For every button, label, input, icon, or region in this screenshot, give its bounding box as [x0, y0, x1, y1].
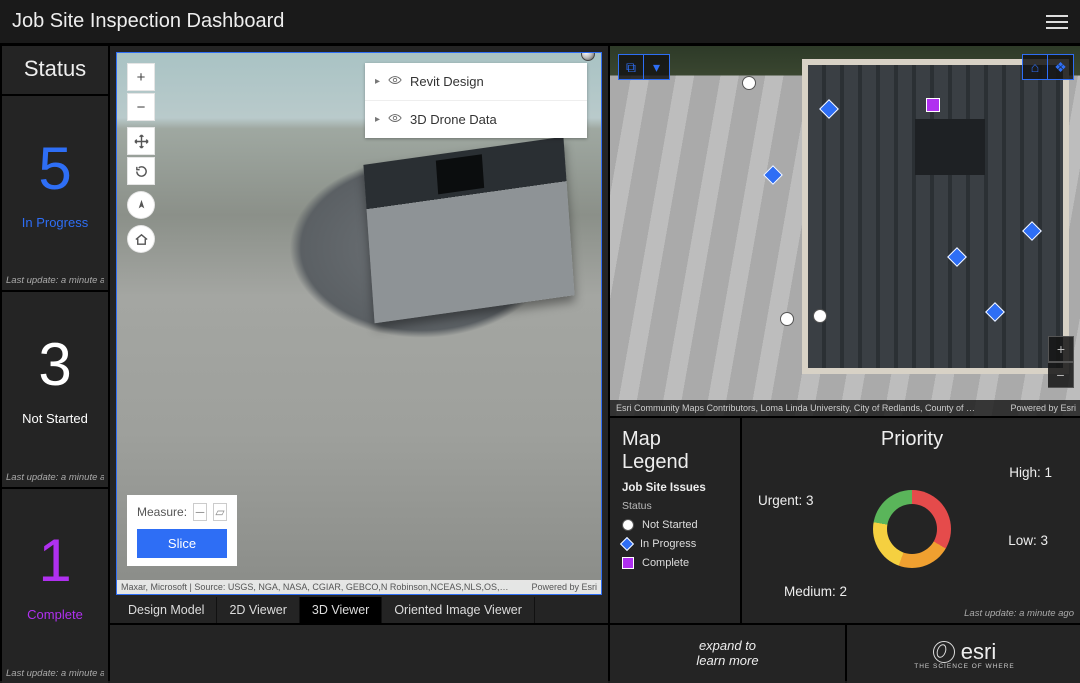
map-panel[interactable]: ⧉ ▾ ⌂ ❖ + − Esri Community Maps Contribu… — [610, 46, 1080, 416]
viewer-tabs: Design Model 2D Viewer 3D Viewer Oriente… — [116, 597, 602, 623]
legend-panel: Map Legend Job Site Issues Status Not St… — [610, 418, 740, 623]
layer-label: Revit Design — [410, 74, 484, 89]
compass-button[interactable] — [127, 191, 155, 219]
page-title: Job Site Inspection Dashboard — [12, 10, 284, 33]
measure-line-button[interactable]: ─ — [193, 503, 207, 521]
menu-icon[interactable] — [1046, 11, 1068, 33]
scene-3d[interactable]: + − ▸ Revit Design ▸ 3D Drone Data — [116, 52, 602, 595]
home-button[interactable] — [127, 225, 155, 253]
attribution-text: Maxar, Microsoft | Source: USGS, NGA, NA… — [121, 582, 508, 592]
legend-title: Map Legend — [622, 428, 728, 474]
visibility-icon[interactable] — [388, 111, 402, 128]
top-bar: Job Site Inspection Dashboard — [0, 0, 1080, 44]
esri-logo[interactable]: esri THE SCIENCE OF WHERE — [847, 625, 1080, 683]
viewer-spacer — [110, 625, 608, 683]
map-zoom-in-button[interactable]: + — [1048, 336, 1074, 362]
legend-item: Not Started — [622, 519, 728, 531]
map-marker-circle[interactable] — [813, 309, 827, 323]
zoom-out-button[interactable]: − — [127, 93, 155, 121]
chart-label-medium: Medium: 2 — [784, 584, 847, 599]
layer-panel: ▸ Revit Design ▸ 3D Drone Data — [365, 63, 587, 138]
status-update: Last update: a minute ago — [6, 472, 104, 483]
status-card-in-progress[interactable]: 5 In Progress Last update: a minute ago — [2, 96, 108, 290]
status-value: 3 — [38, 335, 71, 395]
diamond-icon — [620, 537, 634, 551]
select-dropdown-button[interactable]: ▾ — [644, 54, 670, 80]
scene-attribution: Maxar, Microsoft | Source: USGS, NGA, NA… — [117, 580, 601, 594]
legend-item: In Progress — [622, 538, 728, 550]
legend-category: Status — [622, 500, 728, 512]
status-update: Last update: a minute ago — [6, 668, 104, 679]
status-heading: Status — [2, 46, 108, 94]
status-column: Status 5 In Progress Last update: a minu… — [2, 46, 108, 683]
building-model — [363, 137, 574, 324]
layer-label: 3D Drone Data — [410, 112, 497, 127]
map-zoom-out-button[interactable]: − — [1048, 362, 1074, 388]
map-attribution: Esri Community Maps Contributors, Loma L… — [610, 400, 1080, 416]
pan-button[interactable] — [127, 127, 155, 155]
slice-button[interactable]: Slice — [137, 529, 227, 558]
map-marker-circle[interactable] — [742, 76, 756, 90]
map-tools-right: ⌂ ❖ — [1022, 54, 1074, 80]
status-update: Last update: a minute ago — [6, 275, 104, 286]
status-label: Complete — [27, 607, 83, 622]
priority-panel: Priority Urgent: 3 High: 1 Low: 3 Medium… — [742, 418, 1080, 623]
priority-update: Last update: a minute ago — [964, 608, 1074, 619]
measure-label: Measure: — [137, 505, 187, 519]
map-marker-square[interactable] — [926, 98, 940, 112]
legend-group: Job Site Issues — [622, 482, 728, 494]
layer-row[interactable]: ▸ 3D Drone Data — [365, 101, 587, 138]
map-zoom: + − — [1048, 336, 1074, 388]
chart-label-urgent: Urgent: 3 — [758, 493, 814, 508]
globe-icon — [933, 641, 955, 663]
priority-title: Priority — [754, 428, 1070, 451]
tab-2d-viewer[interactable]: 2D Viewer — [217, 597, 299, 623]
basemap-button[interactable]: ❖ — [1048, 54, 1074, 80]
panel-pin-icon[interactable] — [581, 52, 595, 61]
status-label: Not Started — [22, 411, 88, 426]
status-label: In Progress — [22, 215, 88, 230]
measure-area-button[interactable]: ▱ — [213, 503, 227, 521]
status-card-not-started[interactable]: 3 Not Started Last update: a minute ago — [2, 292, 108, 486]
expand-button[interactable]: expand to learn more — [610, 625, 845, 683]
tab-design-model[interactable]: Design Model — [116, 597, 217, 623]
status-card-complete[interactable]: 1 Complete Last update: a minute ago — [2, 489, 108, 683]
priority-chart: Urgent: 3 High: 1 Low: 3 Medium: 2 — [754, 459, 1070, 599]
expand-icon[interactable]: ▸ — [375, 114, 380, 125]
chart-label-low: Low: 3 — [1008, 533, 1048, 548]
circle-icon — [622, 519, 634, 531]
map-home-button[interactable]: ⌂ — [1022, 54, 1048, 80]
legend-item: Complete — [622, 557, 728, 569]
layer-row[interactable]: ▸ Revit Design — [365, 63, 587, 101]
chart-label-high: High: 1 — [1009, 465, 1052, 480]
viewer-panel: + − ▸ Revit Design ▸ 3D Drone Data — [110, 46, 608, 623]
status-value: 5 — [38, 139, 71, 199]
nav-toolbar: + − — [127, 63, 155, 253]
rotate-button[interactable] — [127, 157, 155, 185]
map-attribution-text: Esri Community Maps Contributors, Loma L… — [616, 403, 975, 413]
attribution-powered: Powered by Esri — [531, 582, 597, 592]
zoom-in-button[interactable]: + — [127, 63, 155, 91]
square-icon — [622, 557, 634, 569]
expand-icon[interactable]: ▸ — [375, 76, 380, 87]
tab-oriented-image[interactable]: Oriented Image Viewer — [382, 597, 535, 623]
measure-widget: Measure: ─ ▱ Slice — [127, 495, 237, 566]
donut-icon — [873, 490, 951, 568]
map-attribution-powered: Powered by Esri — [1010, 403, 1076, 413]
status-value: 1 — [38, 531, 71, 591]
visibility-icon[interactable] — [388, 73, 402, 90]
map-tools-left: ⧉ ▾ — [618, 54, 670, 80]
select-tool-button[interactable]: ⧉ — [618, 54, 644, 80]
tab-3d-viewer[interactable]: 3D Viewer — [300, 597, 382, 623]
